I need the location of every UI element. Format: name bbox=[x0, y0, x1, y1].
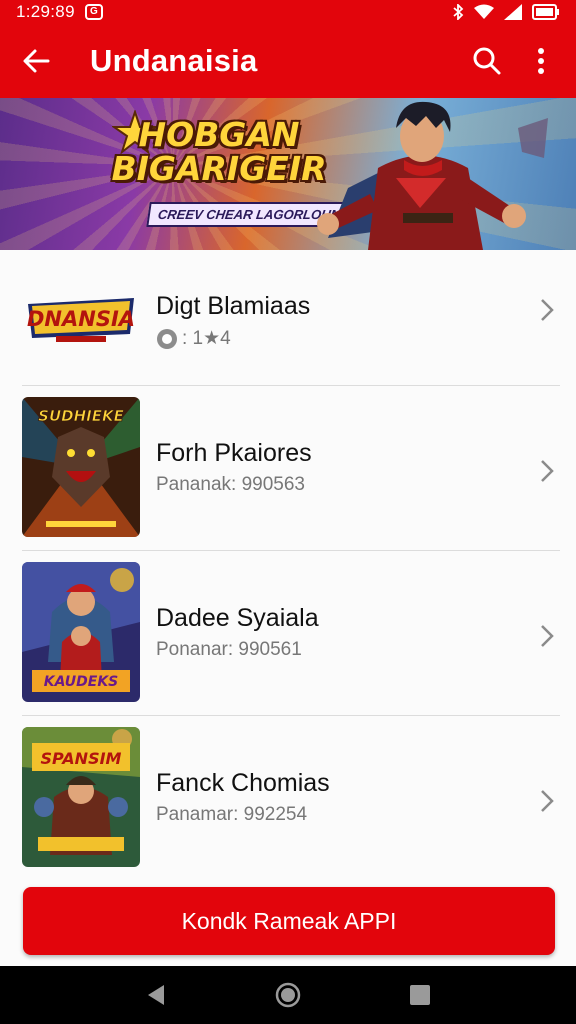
promo-banner[interactable]: HOBGAN BIGARIGEIR CREEV CHEAR LAGORLOUN bbox=[0, 98, 576, 250]
chevron-right-icon bbox=[541, 299, 554, 321]
status-time: 1:29:89 bbox=[16, 2, 75, 21]
chat-icon bbox=[157, 328, 177, 349]
item-subtitle: : 1★4 bbox=[182, 328, 231, 349]
chevron-right-icon bbox=[541, 625, 554, 647]
page-title: Undanaisia bbox=[90, 43, 258, 78]
game-logo-image: DNANSIA bbox=[27, 298, 135, 342]
notification-icon: G bbox=[84, 4, 103, 20]
primary-action-button[interactable]: Kondk Rameak APPI bbox=[23, 887, 555, 955]
hero-character-illustration bbox=[317, 101, 548, 250]
item-title: Forh Pkaiores bbox=[156, 439, 312, 467]
thumbnail-text: KAUDEKS bbox=[44, 674, 119, 690]
item-subtitle: Panamar: 992254 bbox=[156, 804, 308, 825]
more-vert-icon bbox=[538, 48, 544, 74]
chevron-right-icon bbox=[541, 790, 554, 812]
thumbnail-text: SPANSIM bbox=[41, 749, 122, 768]
arrow-left-icon bbox=[23, 49, 50, 73]
back-button[interactable] bbox=[0, 24, 72, 98]
app-bar: Undanaisia bbox=[0, 24, 576, 98]
thumbnail-text: SUDHIEKE bbox=[38, 407, 124, 425]
game-list: DNANSIA Digt Blamiaas : 1★4 SUDHIEKE For… bbox=[0, 250, 576, 880]
game-logo: DNANSIA bbox=[22, 282, 140, 352]
game-thumbnail-image: SPANSIM bbox=[22, 727, 140, 867]
item-subtitle: Pananak: 990563 bbox=[156, 474, 305, 495]
system-nav-bar bbox=[0, 966, 576, 1024]
nav-home-button[interactable] bbox=[268, 975, 308, 1015]
banner-title: HOBGAN BIGARIGEIR bbox=[104, 118, 334, 186]
chevron-right-icon bbox=[541, 460, 554, 482]
screen: 1:29:89 G Undanaisia HOBGAN BIGARIGEIR C… bbox=[0, 0, 576, 1024]
game-logo-text: DNANSIA bbox=[27, 307, 135, 331]
nav-recents-button[interactable] bbox=[400, 975, 440, 1015]
item-subtitle: Ponanar: 990561 bbox=[156, 639, 302, 660]
game-thumbnail: SUDHIEKE bbox=[22, 397, 140, 537]
game-thumbnail: SPANSIM bbox=[22, 727, 140, 867]
nav-back-icon bbox=[148, 985, 164, 1005]
item-title: Dadee Syaiala bbox=[156, 604, 319, 632]
battery-icon bbox=[532, 4, 559, 20]
nav-recents-icon bbox=[410, 985, 430, 1005]
banner-title-line1: HOBGAN bbox=[138, 115, 300, 154]
item-title: Digt Blamiaas bbox=[156, 292, 311, 320]
list-item[interactable]: DNANSIA Digt Blamiaas : 1★4 bbox=[0, 250, 576, 385]
banner-title-line2: BIGARIGEIR bbox=[111, 149, 327, 188]
item-title: Fanck Chomias bbox=[156, 769, 330, 797]
wifi-icon bbox=[474, 4, 494, 19]
search-button[interactable] bbox=[460, 24, 514, 98]
search-icon bbox=[473, 47, 501, 75]
bluetooth-icon bbox=[453, 4, 464, 20]
signal-icon bbox=[504, 4, 522, 20]
list-item[interactable]: SUDHIEKE Forh Pkaiores Pananak: 990563 bbox=[0, 385, 576, 550]
game-thumbnail: KAUDEKS bbox=[22, 562, 140, 702]
list-item[interactable]: KAUDEKS Dadee Syaiala Ponanar: 990561 bbox=[0, 550, 576, 715]
more-options-button[interactable] bbox=[514, 24, 568, 98]
status-bar: 1:29:89 G bbox=[0, 0, 576, 24]
nav-back-button[interactable] bbox=[136, 975, 176, 1015]
nav-home-icon bbox=[275, 982, 301, 1008]
status-icons bbox=[452, 4, 560, 20]
game-thumbnail-image: KAUDEKS bbox=[22, 562, 140, 702]
game-thumbnail-image: SUDHIEKE bbox=[22, 397, 140, 537]
list-item[interactable]: SPANSIM Fanck Chomias Panamar: 992254 bbox=[0, 715, 576, 880]
